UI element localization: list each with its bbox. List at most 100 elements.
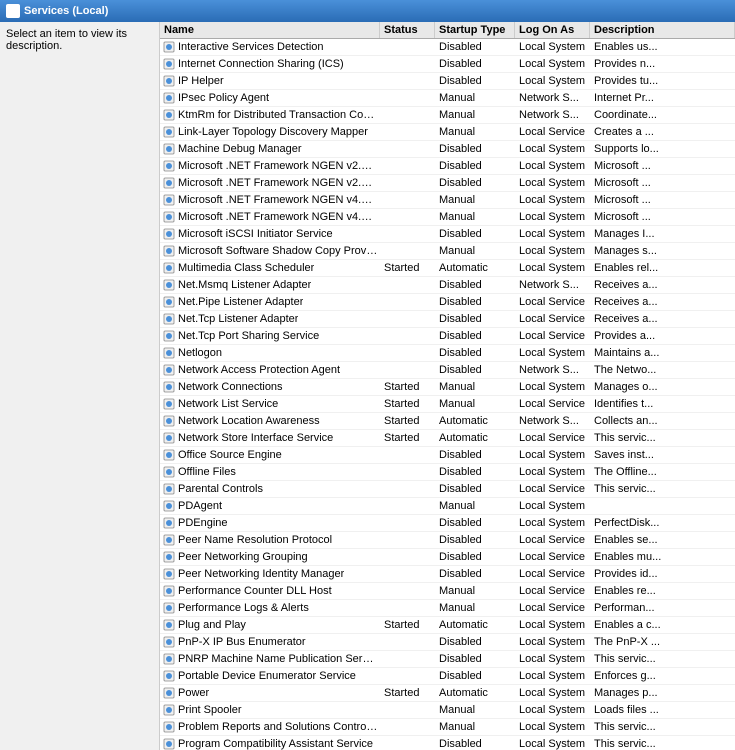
- service-status: [380, 216, 435, 218]
- table-row[interactable]: PNRP Machine Name Publication ServiceDis…: [160, 651, 735, 668]
- table-row[interactable]: Network Store Interface ServiceStartedAu…: [160, 430, 735, 447]
- table-row[interactable]: Machine Debug ManagerDisabledLocal Syste…: [160, 141, 735, 158]
- table-row[interactable]: Network ConnectionsStartedManualLocal Sy…: [160, 379, 735, 396]
- table-row[interactable]: Office Source EngineDisabledLocal System…: [160, 447, 735, 464]
- service-icon: [162, 448, 176, 462]
- table-row[interactable]: Portable Device Enumerator ServiceDisabl…: [160, 668, 735, 685]
- service-description: Maintains a...: [590, 346, 735, 360]
- table-row[interactable]: Problem Reports and Solutions Control P.…: [160, 719, 735, 736]
- table-row[interactable]: Microsoft .NET Framework NGEN v4.0.3...M…: [160, 192, 735, 209]
- service-logon: Local System: [515, 261, 590, 275]
- table-row[interactable]: Peer Name Resolution ProtocolDisabledLoc…: [160, 532, 735, 549]
- table-row[interactable]: Network Location AwarenessStartedAutomat…: [160, 413, 735, 430]
- table-row[interactable]: Offline FilesDisabledLocal SystemThe Off…: [160, 464, 735, 481]
- service-icon: [162, 91, 176, 105]
- service-name-cell: Microsoft .NET Framework NGEN v4.0.3...: [160, 209, 380, 225]
- service-description: This servic...: [590, 482, 735, 496]
- table-row[interactable]: Microsoft Software Shadow Copy ProviderM…: [160, 243, 735, 260]
- service-status: [380, 352, 435, 354]
- service-name: Performance Counter DLL Host: [178, 585, 332, 597]
- header-startup[interactable]: Startup Type: [435, 22, 515, 38]
- table-row[interactable]: PDEngineDisabledLocal SystemPerfectDisk.…: [160, 515, 735, 532]
- service-description: Provides id...: [590, 567, 735, 581]
- service-name-cell: Offline Files: [160, 464, 380, 480]
- service-description: Enables re...: [590, 584, 735, 598]
- service-description: Creates a ...: [590, 125, 735, 139]
- table-row[interactable]: Multimedia Class SchedulerStartedAutomat…: [160, 260, 735, 277]
- service-startup: Disabled: [435, 448, 515, 462]
- service-logon: Local System: [515, 346, 590, 360]
- service-icon: [162, 618, 176, 632]
- table-row[interactable]: Performance Logs & AlertsManualLocal Ser…: [160, 600, 735, 617]
- service-icon: [162, 346, 176, 360]
- table-row[interactable]: Network Access Protection AgentDisabledN…: [160, 362, 735, 379]
- service-description: Receives a...: [590, 278, 735, 292]
- table-row[interactable]: Net.Tcp Listener AdapterDisabledLocal Se…: [160, 311, 735, 328]
- right-panel: Name Status Startup Type Log On As Descr…: [160, 22, 735, 750]
- service-description: PerfectDisk...: [590, 516, 735, 530]
- table-row[interactable]: Network List ServiceStartedManualLocal S…: [160, 396, 735, 413]
- table-row[interactable]: Peer Networking Identity ManagerDisabled…: [160, 566, 735, 583]
- services-table[interactable]: Interactive Services DetectionDisabledLo…: [160, 39, 735, 750]
- table-row[interactable]: PDAgentManualLocal System: [160, 498, 735, 515]
- service-logon: Local System: [515, 380, 590, 394]
- service-logon: Local System: [515, 652, 590, 666]
- service-logon: Local System: [515, 465, 590, 479]
- service-logon: Local System: [515, 57, 590, 71]
- service-startup: Manual: [435, 397, 515, 411]
- table-row[interactable]: Net.Pipe Listener AdapterDisabledLocal S…: [160, 294, 735, 311]
- header-desc[interactable]: Description: [590, 22, 735, 38]
- service-logon: Local Service: [515, 567, 590, 581]
- table-row[interactable]: Microsoft iSCSI Initiator ServiceDisable…: [160, 226, 735, 243]
- service-status: Started: [380, 397, 435, 411]
- service-icon: [162, 142, 176, 156]
- service-status: [380, 522, 435, 524]
- service-name-cell: Link-Layer Topology Discovery Mapper: [160, 124, 380, 140]
- table-row[interactable]: Interactive Services DetectionDisabledLo…: [160, 39, 735, 56]
- table-row[interactable]: Performance Counter DLL HostManualLocal …: [160, 583, 735, 600]
- table-row[interactable]: PowerStartedAutomaticLocal SystemManages…: [160, 685, 735, 702]
- table-row[interactable]: IPsec Policy AgentManualNetwork S...Inte…: [160, 90, 735, 107]
- table-row[interactable]: Microsoft .NET Framework NGEN v2.0.5...D…: [160, 158, 735, 175]
- table-row[interactable]: Net.Tcp Port Sharing ServiceDisabledLoca…: [160, 328, 735, 345]
- service-name: PnP-X IP Bus Enumerator: [178, 636, 306, 648]
- service-status: [380, 743, 435, 745]
- service-name-cell: Net.Tcp Port Sharing Service: [160, 328, 380, 344]
- service-name: PNRP Machine Name Publication Service: [178, 653, 378, 665]
- table-row[interactable]: IP HelperDisabledLocal SystemProvides tu…: [160, 73, 735, 90]
- table-row[interactable]: Microsoft .NET Framework NGEN v2.0.5...D…: [160, 175, 735, 192]
- table-row[interactable]: Internet Connection Sharing (ICS)Disable…: [160, 56, 735, 73]
- service-name-cell: PDAgent: [160, 498, 380, 514]
- service-icon: [162, 601, 176, 615]
- table-row[interactable]: Program Compatibility Assistant ServiceD…: [160, 736, 735, 750]
- table-row[interactable]: KtmRm for Distributed Transaction Coor..…: [160, 107, 735, 124]
- table-row[interactable]: Link-Layer Topology Discovery MapperManu…: [160, 124, 735, 141]
- header-status[interactable]: Status: [380, 22, 435, 38]
- service-name-cell: Print Spooler: [160, 702, 380, 718]
- table-row[interactable]: Microsoft .NET Framework NGEN v4.0.3...M…: [160, 209, 735, 226]
- table-row[interactable]: Plug and PlayStartedAutomaticLocal Syste…: [160, 617, 735, 634]
- table-row[interactable]: NetlogonDisabledLocal SystemMaintains a.…: [160, 345, 735, 362]
- service-startup: Manual: [435, 244, 515, 258]
- table-row[interactable]: PnP-X IP Bus EnumeratorDisabledLocal Sys…: [160, 634, 735, 651]
- table-row[interactable]: Peer Networking GroupingDisabledLocal Se…: [160, 549, 735, 566]
- service-status: [380, 505, 435, 507]
- service-startup: Automatic: [435, 431, 515, 445]
- service-logon: Network S...: [515, 414, 590, 428]
- service-startup: Disabled: [435, 142, 515, 156]
- header-logon[interactable]: Log On As: [515, 22, 590, 38]
- service-logon: Local System: [515, 686, 590, 700]
- service-logon: Local System: [515, 142, 590, 156]
- service-description: Enables a c...: [590, 618, 735, 632]
- service-icon: [162, 244, 176, 258]
- table-row[interactable]: Parental ControlsDisabledLocal ServiceTh…: [160, 481, 735, 498]
- service-status: [380, 80, 435, 82]
- service-status: [380, 335, 435, 337]
- service-icon: [162, 584, 176, 598]
- table-row[interactable]: Print SpoolerManualLocal SystemLoads fil…: [160, 702, 735, 719]
- service-name-cell: PnP-X IP Bus Enumerator: [160, 634, 380, 650]
- header-name[interactable]: Name: [160, 22, 380, 38]
- table-row[interactable]: Net.Msmq Listener AdapterDisabledNetwork…: [160, 277, 735, 294]
- service-startup: Disabled: [435, 533, 515, 547]
- service-startup: Disabled: [435, 516, 515, 530]
